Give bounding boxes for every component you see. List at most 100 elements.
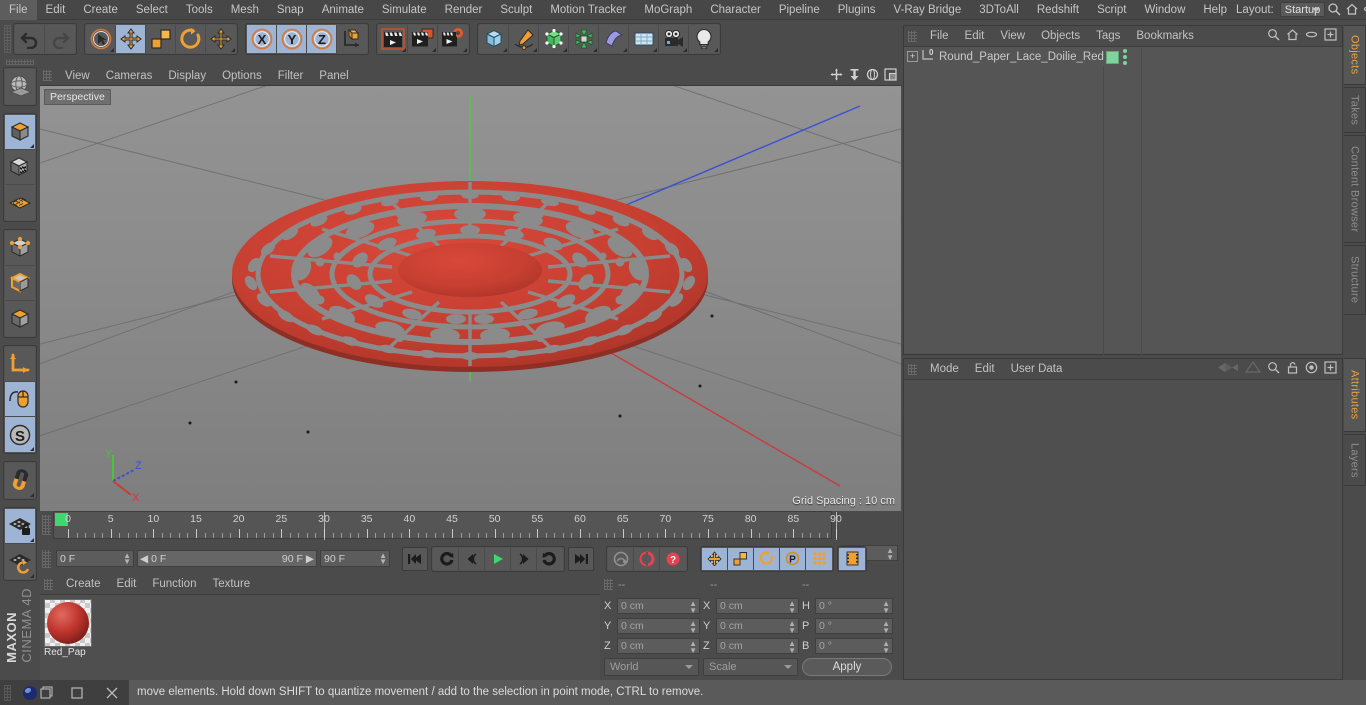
attribute-content[interactable]: [904, 379, 1342, 679]
menu-item-motion-tracker[interactable]: Motion Tracker: [541, 0, 635, 20]
menu-item-snap[interactable]: Snap: [268, 0, 313, 20]
record-active-objects-icon[interactable]: [634, 547, 660, 570]
viewport-grip[interactable]: [43, 70, 52, 81]
timeline-controls-grip[interactable]: [42, 549, 51, 568]
viewport-solo-icon[interactable]: [5, 382, 35, 417]
object-mode-icon[interactable]: [5, 115, 35, 150]
tag-dots-icon[interactable]: [1123, 49, 1127, 65]
menu-item-sculpt[interactable]: Sculpt: [491, 0, 541, 20]
go-to-start-icon[interactable]: [402, 546, 428, 571]
enable-axis-icon[interactable]: S: [5, 417, 35, 452]
history-forward-icon[interactable]: [1244, 360, 1262, 377]
layout-select[interactable]: Startup: [1279, 2, 1326, 17]
apply-button[interactable]: Apply: [802, 658, 892, 676]
viewport-menu-options[interactable]: Options: [214, 66, 270, 86]
size-z-input[interactable]: 0 cm ▲ ▼: [716, 637, 799, 654]
render-settings-icon[interactable]: [438, 24, 468, 53]
range-left-arrow-icon[interactable]: ◀: [140, 553, 148, 565]
plus-box-icon[interactable]: [1324, 361, 1337, 377]
tab-structure[interactable]: Structure: [1344, 245, 1366, 315]
range-right-arrow-icon[interactable]: ▶: [306, 553, 314, 565]
key-param-icon[interactable]: P: [780, 547, 806, 570]
current-frame-input[interactable]: 0 F ▲ ▼: [56, 550, 134, 567]
menu-item-3dtoall[interactable]: 3DToAll: [970, 0, 1028, 20]
menu-item-mograph[interactable]: MoGraph: [635, 0, 701, 20]
move-alt-icon[interactable]: [206, 24, 236, 53]
menu-item-edit[interactable]: Edit: [37, 0, 75, 20]
search-icon[interactable]: [1327, 2, 1341, 18]
minimize-icon[interactable]: [59, 680, 94, 705]
texture-mode-icon[interactable]: [5, 150, 35, 185]
dolly-icon[interactable]: [848, 68, 861, 84]
plus-box-icon[interactable]: [1324, 28, 1337, 44]
tab-content-browser[interactable]: Content Browser: [1344, 135, 1366, 243]
material-menu-texture[interactable]: Texture: [204, 575, 258, 594]
material-manager-grip[interactable]: [44, 579, 53, 590]
key-scale-icon[interactable]: [728, 547, 754, 570]
render-view-icon[interactable]: [378, 24, 408, 53]
target-icon[interactable]: [1305, 361, 1318, 377]
render-to-picture-icon[interactable]: [408, 24, 438, 53]
menu-item-redshift[interactable]: Redshift: [1028, 0, 1088, 20]
step-forward-keyframe-icon[interactable]: [537, 547, 563, 570]
maximize-icon[interactable]: [884, 67, 897, 84]
timeline-icon[interactable]: [839, 547, 865, 570]
lock-y-icon[interactable]: Y: [277, 24, 307, 53]
toolbar-grip[interactable]: [4, 24, 11, 53]
stepper-icon[interactable]: ▲ ▼: [689, 599, 697, 614]
viewport-menu-filter[interactable]: Filter: [270, 66, 312, 86]
menu-item-simulate[interactable]: Simulate: [373, 0, 436, 20]
stepper-icon[interactable]: ▲ ▼: [882, 619, 890, 634]
stepper-icon[interactable]: ▲ ▼: [689, 619, 697, 634]
close-icon[interactable]: [94, 680, 129, 705]
lock-x-icon[interactable]: X: [247, 24, 277, 53]
edge-mode-icon[interactable]: [5, 266, 35, 301]
preview-range-bar[interactable]: ◀ 0 F 90 F ▶: [137, 550, 317, 567]
object-menu-view[interactable]: View: [992, 26, 1033, 46]
key-pla-icon[interactable]: [806, 547, 832, 570]
viewport-menu-panel[interactable]: Panel: [311, 66, 356, 86]
undo-icon[interactable]: [15, 24, 45, 53]
deformer-icon[interactable]: [599, 24, 629, 53]
tab-attributes[interactable]: Attributes: [1344, 358, 1366, 432]
viewport-menu-view[interactable]: View: [57, 66, 98, 86]
material-item[interactable]: Red_Pap: [44, 599, 94, 658]
play-icon[interactable]: [485, 547, 511, 570]
menu-item-vray-bridge[interactable]: V-Ray Bridge: [884, 0, 970, 20]
mograph-icon[interactable]: [569, 24, 599, 53]
stepper-icon[interactable]: ▲ ▼: [882, 599, 890, 614]
cube-primitive-icon[interactable]: [479, 24, 509, 53]
stepper-icon[interactable]: ▲ ▼: [788, 599, 796, 614]
move-icon[interactable]: [116, 24, 146, 53]
stepper-icon[interactable]: ▲ ▼: [689, 639, 697, 654]
pan-icon[interactable]: [830, 68, 843, 84]
go-to-end-icon[interactable]: [568, 546, 594, 571]
material-list[interactable]: Red_Pap: [40, 594, 600, 680]
step-back-keyframe-icon[interactable]: [433, 547, 459, 570]
viewport-menu-cameras[interactable]: Cameras: [98, 66, 161, 86]
coordinate-system-select[interactable]: World: [604, 658, 699, 676]
redo-icon[interactable]: [45, 24, 75, 53]
menu-item-script[interactable]: Script: [1088, 0, 1135, 20]
scene-floor-icon[interactable]: [629, 24, 659, 53]
object-menu-file[interactable]: File: [922, 26, 957, 46]
menu-item-help[interactable]: Help: [1194, 0, 1236, 20]
status-bar-grip[interactable]: [4, 684, 11, 701]
size-x-input[interactable]: 0 cm ▲ ▼: [716, 597, 799, 614]
home-icon[interactable]: [1345, 2, 1359, 18]
rotation-h-input[interactable]: 0 ° ▲ ▼: [815, 597, 893, 614]
left-palette-grip[interactable]: [6, 59, 34, 65]
lock-z-icon[interactable]: Z: [307, 24, 337, 53]
light-icon[interactable]: [689, 24, 719, 53]
scale-icon[interactable]: [146, 24, 176, 53]
home-icon[interactable]: [1286, 28, 1299, 44]
menu-item-plugins[interactable]: Plugins: [829, 0, 885, 20]
menu-item-select[interactable]: Select: [127, 0, 177, 20]
point-mode-icon[interactable]: [5, 231, 35, 266]
globe-uv-icon[interactable]: [5, 69, 35, 104]
object-menu-bookmarks[interactable]: Bookmarks: [1128, 26, 1202, 46]
timeline-grip[interactable]: [42, 515, 51, 535]
key-rotation-icon[interactable]: [754, 547, 780, 570]
record-question-icon[interactable]: ?: [660, 547, 686, 570]
viewport-menu-display[interactable]: Display: [160, 66, 214, 86]
